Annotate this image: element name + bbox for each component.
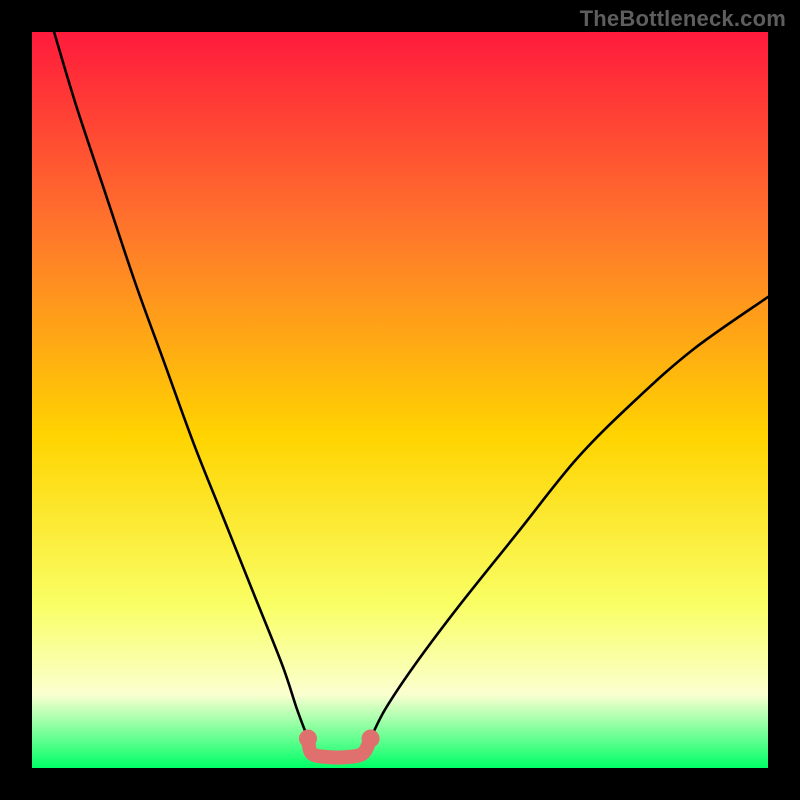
accent-dot-right	[362, 730, 380, 748]
gradient-background	[32, 32, 768, 768]
chart-svg	[32, 32, 768, 768]
accent-dot-left	[299, 730, 317, 748]
watermark-text: TheBottleneck.com	[580, 6, 786, 32]
chart-frame: TheBottleneck.com	[0, 0, 800, 800]
plot-area	[32, 32, 768, 768]
